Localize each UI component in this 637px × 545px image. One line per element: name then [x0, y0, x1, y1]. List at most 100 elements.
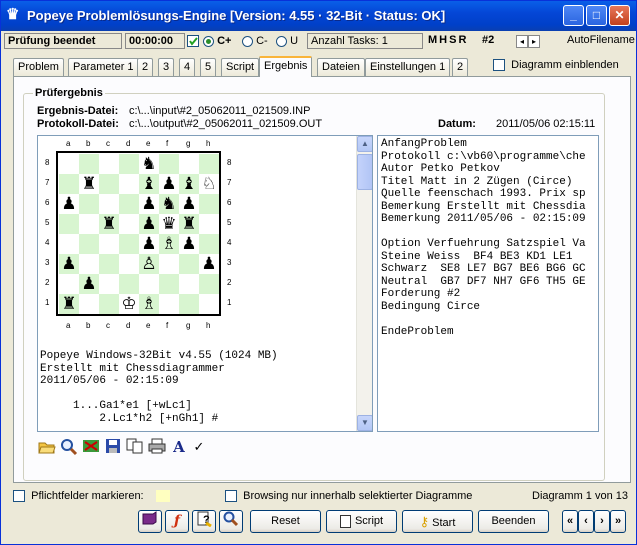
- source-line: Titel Matt in 2 Zügen (Circe): [381, 175, 573, 188]
- help-button[interactable]: ?: [192, 510, 216, 533]
- tab-einstellungen-1[interactable]: Einstellungen 1: [365, 58, 451, 76]
- mandatory-color-swatch[interactable]: [156, 490, 170, 502]
- move-spinner[interactable]: ◂ ▸: [516, 34, 540, 50]
- source-line: AnfangProblem: [381, 138, 467, 150]
- board-square: [119, 174, 139, 194]
- diagram-toggle[interactable]: Diagramm einblenden: [493, 59, 619, 72]
- diagram-toggle-label: Diagramm einblenden: [511, 59, 619, 71]
- beenden-button[interactable]: Beenden: [478, 510, 549, 533]
- title-bar[interactable]: ♛ Popeye Problemlösungs-Engine [Version:…: [1, 1, 636, 31]
- status-move-count: #2: [482, 34, 495, 46]
- rank-label: 5: [227, 218, 232, 227]
- chess-piece: ♔: [121, 294, 137, 314]
- check-icon[interactable]: ✓: [189, 437, 209, 457]
- status-tasks: Anzahl Tasks: 1: [307, 33, 423, 49]
- rank-label: 1: [227, 298, 232, 307]
- file-label: d: [126, 321, 131, 330]
- chess-piece: ♞: [141, 154, 157, 174]
- file-label: g: [186, 139, 191, 148]
- mandatory-fields-label: Pflichtfelder markieren:: [31, 490, 144, 502]
- tab-einstellungen-2[interactable]: 2: [452, 58, 469, 76]
- board-square: [179, 274, 199, 294]
- maximize-button[interactable]: □: [586, 5, 607, 26]
- zoom-icon[interactable]: [59, 437, 79, 457]
- book-button[interactable]: [138, 510, 162, 533]
- board-square: [179, 154, 199, 174]
- search-button[interactable]: [219, 510, 243, 533]
- board-square: [99, 174, 119, 194]
- board-square: [119, 274, 139, 294]
- script-icon: [339, 514, 351, 528]
- chess-piece: ♟: [61, 194, 77, 214]
- book-icon: [142, 511, 158, 528]
- scroll-down-button[interactable]: ▼: [357, 415, 372, 431]
- close-button[interactable]: ✕: [609, 5, 630, 26]
- tab-parameter-3[interactable]: 3: [158, 58, 175, 76]
- board-square: [159, 274, 179, 294]
- open-folder-icon[interactable]: [37, 437, 57, 457]
- browsing-toggle[interactable]: Browsing nur innerhalb selektierter Diag…: [225, 490, 473, 503]
- minimize-button[interactable]: _: [563, 5, 584, 26]
- board-square: [99, 194, 119, 214]
- source-line: Neutral GB7 DF7 NH7 GF6 TH5 GE: [381, 275, 586, 288]
- save-icon[interactable]: [103, 437, 123, 457]
- auto-filename: AutoFilename: [567, 34, 635, 46]
- tab-parameter-5[interactable]: 5: [200, 58, 217, 76]
- tab-parameter-1[interactable]: Parameter 1: [68, 58, 139, 76]
- radio-cminus[interactable]: C-: [242, 34, 268, 50]
- board-square: [199, 194, 219, 214]
- status-state: Prüfung beendet: [4, 33, 122, 49]
- problem-source-pane[interactable]: AnfangProblem Protokoll c:\vb60\programme…: [377, 135, 599, 432]
- chess-piece: ♞: [161, 194, 177, 214]
- solution-scrollbar[interactable]: ▲ ▼: [356, 136, 372, 431]
- timer-checkbox[interactable]: [187, 34, 199, 50]
- tab-parameter-2[interactable]: 2: [137, 58, 154, 76]
- image-icon[interactable]: [81, 437, 101, 457]
- radio-cplus[interactable]: C+: [203, 34, 231, 50]
- mandatory-fields-toggle[interactable]: Pflichtfelder markieren:: [13, 490, 144, 503]
- radio-cminus-label: C-: [256, 35, 268, 47]
- nav-prev-button[interactable]: ‹: [578, 510, 594, 533]
- script-button[interactable]: Script: [326, 510, 397, 533]
- key-icon: ⚷: [419, 514, 430, 529]
- copy-icon[interactable]: [125, 437, 145, 457]
- nav-last-button[interactable]: »: [610, 510, 626, 533]
- chess-piece: ♟: [181, 234, 197, 254]
- status-bar: Prüfung beendet 00:00:00 C+ C- U Anzahl …: [4, 33, 635, 50]
- tab-dateien[interactable]: Dateien: [317, 58, 365, 76]
- font-icon[interactable]: A: [169, 437, 189, 457]
- start-button[interactable]: ⚷ Start: [402, 510, 473, 533]
- browsing-label: Browsing nur innerhalb selektierter Diag…: [243, 490, 473, 502]
- tab-problem[interactable]: Problem: [13, 58, 64, 76]
- solution-line: 2011/05/06 - 02:15:09: [40, 375, 179, 387]
- scroll-thumb[interactable]: [357, 154, 372, 190]
- date-value: 2011/05/06 02:15:11: [496, 118, 596, 130]
- diagram-counter: Diagramm 1 von 13: [532, 490, 628, 502]
- chess-piece: ♗: [161, 234, 177, 254]
- reset-button[interactable]: Reset: [250, 510, 321, 533]
- file-label: a: [66, 139, 71, 148]
- queen-icon: ♛: [6, 6, 20, 23]
- function-button[interactable]: ƒ: [165, 510, 189, 533]
- date-label: Datum:: [438, 118, 476, 130]
- tab-parameter-4[interactable]: 4: [179, 58, 196, 76]
- file-label: c: [106, 139, 110, 148]
- nav-first-button[interactable]: «: [562, 510, 578, 533]
- chess-piece: ♝: [141, 174, 157, 194]
- file-label: b: [86, 139, 91, 148]
- board-square: [79, 154, 99, 174]
- print-icon[interactable]: [147, 437, 167, 457]
- tab-script[interactable]: Script: [221, 58, 260, 76]
- chess-piece: ♟: [161, 174, 177, 194]
- chess-piece: ♟: [181, 194, 197, 214]
- problem-source-text: AnfangProblem Protokoll c:\vb60\programme…: [381, 138, 586, 338]
- chess-board: ♞ ♜ ♝ ♟ ♝ ♘ ♟ ♟ ♞ ♟ ♜ ♟ ♛ ♜ ♟ ♗ ♟ ♟ ♙ ♟ ♟ ♜ ♔ ♗: [56, 151, 221, 316]
- board-square: [59, 214, 79, 234]
- radio-u[interactable]: U: [276, 34, 298, 50]
- source-line: Option Verfuehrung Satzspiel Va: [381, 238, 586, 250]
- scroll-up-button[interactable]: ▲: [357, 136, 372, 152]
- tab-ergebnis[interactable]: Ergebnis: [259, 56, 313, 77]
- file-label: f: [166, 321, 169, 330]
- nav-next-button[interactable]: ›: [594, 510, 610, 533]
- file-label: a: [66, 321, 71, 330]
